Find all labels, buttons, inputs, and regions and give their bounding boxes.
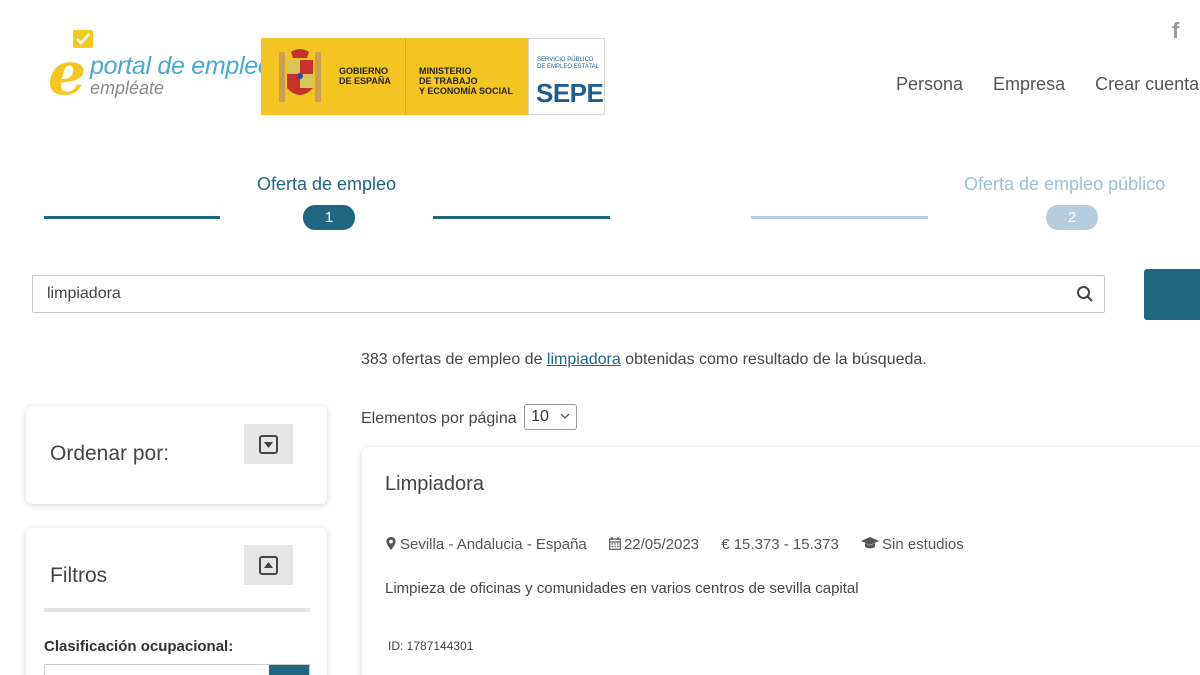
step-line [433, 216, 610, 219]
per-page-select[interactable]: 10 [524, 404, 578, 430]
step-1-badge[interactable]: 1 [303, 205, 355, 230]
job-title[interactable]: Limpiadora [385, 473, 484, 496]
graduation-cap-icon [860, 537, 879, 549]
portal-empleo-logo[interactable]: e portal de empleo empléate [48, 30, 272, 109]
sepe-subtitle: SERVICIO PÚBLICO DE EMPLEO ESTATAL [537, 57, 600, 70]
job-id: ID: 1787144301 [388, 639, 474, 653]
job-location: Sevilla - Andalucia - España [385, 536, 587, 553]
per-page-label: Elementos por página [361, 410, 517, 428]
nav-persona[interactable]: Persona [896, 74, 963, 95]
results-summary: 383 ofertas de empleo de limpiadora obte… [361, 351, 927, 368]
nav-crear-cuenta[interactable]: Crear cuenta [1095, 74, 1199, 95]
logo-subtitle: empléate [90, 78, 165, 98]
map-marker-icon [386, 537, 396, 550]
facebook-icon[interactable]: f [1172, 18, 1179, 44]
filter-title: Filtros [50, 564, 108, 587]
job-offer-card[interactable]: Limpiadora Sevilla - Andalucia - España … [362, 447, 1200, 675]
logo-title: portal de empleo [90, 52, 272, 80]
top-navigation: Persona Empresa Crear cuenta [896, 74, 1200, 95]
coat-of-arms-icon [279, 49, 321, 102]
gobierno-ministerio-logo[interactable]: GOBIERNO DE ESPAÑA MINISTERIO DE TRABAJO… [261, 38, 528, 115]
calendar-icon [609, 537, 621, 550]
search-input[interactable] [47, 276, 1047, 312]
job-description: Limpieza de oficinas y comunidades en va… [385, 580, 859, 597]
job-salary: € 15.373 - 15.373 [721, 536, 839, 553]
job-education: Sin estudios [860, 536, 964, 553]
ministerio-text: MINISTERIO DE TRABAJO Y ECONOMÍA SOCIAL [419, 66, 514, 96]
step-line [751, 216, 928, 219]
tab-oferta-empleo-publico[interactable]: Oferta de empleo público [964, 174, 1165, 195]
per-page-control: Elementos por página 10 [361, 404, 578, 432]
filter-divider [44, 608, 310, 612]
chevron-down-icon [560, 413, 570, 419]
classification-dropdown-button[interactable] [269, 665, 309, 675]
search-box [32, 275, 1105, 313]
step-line [44, 216, 220, 219]
sepe-logo[interactable]: SERVICIO PÚBLICO DE EMPLEO ESTATAL SEPE [528, 38, 605, 115]
search-term-link[interactable]: limpiadora [547, 351, 621, 368]
occupational-classification-select[interactable] [44, 664, 310, 675]
search-icon[interactable] [1076, 285, 1094, 303]
sort-title: Ordenar por: [50, 442, 170, 465]
tab-oferta-empleo[interactable]: Oferta de empleo [257, 174, 396, 195]
filter-panel: Filtros Clasificación ocupacional: [26, 528, 327, 675]
logo-divider [405, 38, 406, 115]
nav-empresa[interactable]: Empresa [993, 74, 1065, 95]
job-meta: Sevilla - Andalucia - España 22/05/2023 … [385, 536, 982, 553]
sort-panel: Ordenar por: [26, 406, 327, 504]
sort-expand-button[interactable] [244, 424, 293, 464]
filter-collapse-button[interactable] [244, 545, 293, 585]
gobierno-text: GOBIERNO DE ESPAÑA [339, 66, 391, 86]
step-2-badge[interactable]: 2 [1046, 205, 1098, 230]
job-date: 22/05/2023 [609, 536, 699, 553]
logo-e-letter: e [48, 39, 87, 109]
caret-down-icon [259, 435, 278, 454]
sepe-title: SEPE [536, 78, 604, 108]
occupational-classification-label: Clasificación ocupacional: [44, 638, 234, 655]
results-count: 383 [361, 351, 388, 368]
caret-up-icon [259, 556, 278, 575]
search-button[interactable] [1144, 269, 1200, 320]
